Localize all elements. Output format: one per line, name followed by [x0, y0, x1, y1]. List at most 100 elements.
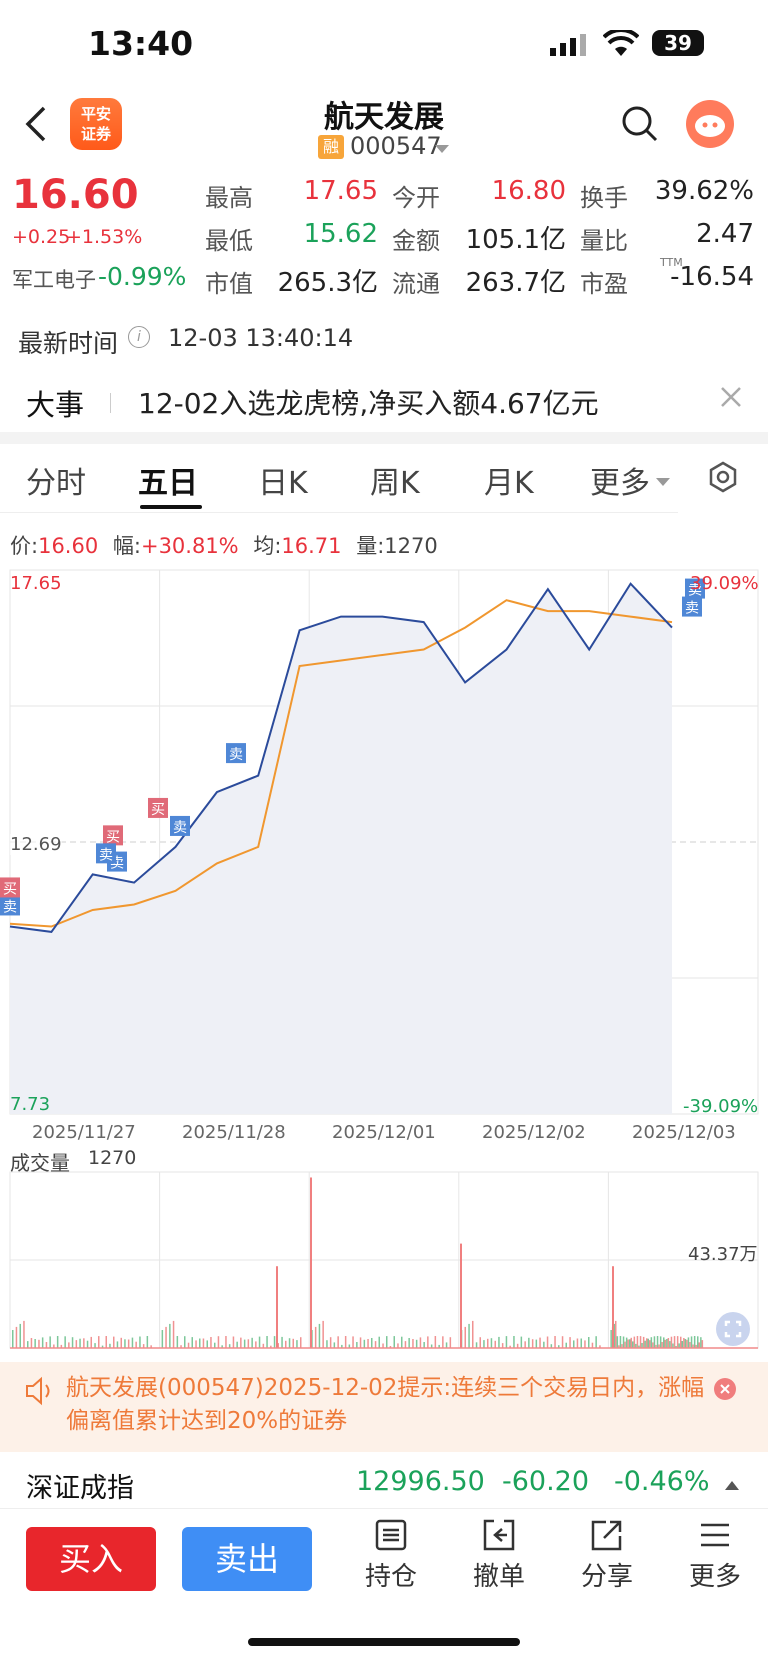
- share-button[interactable]: 分享: [572, 1518, 642, 1593]
- search-icon[interactable]: [620, 104, 660, 148]
- volume-bar: [210, 1337, 212, 1348]
- volume-bar: [630, 1337, 632, 1348]
- volume-bar: [652, 1342, 654, 1348]
- volume-bar: [468, 1323, 470, 1348]
- more-button[interactable]: 更多: [680, 1518, 750, 1593]
- volume-bar: [494, 1340, 496, 1348]
- chart-mid-label: 12.69: [10, 834, 62, 855]
- volume-bar: [647, 1338, 649, 1348]
- volume-bar: [217, 1336, 220, 1348]
- volume-bar: [619, 1336, 622, 1348]
- volume-bar: [408, 1338, 410, 1348]
- volume-bar: [266, 1336, 268, 1348]
- tab-weekly-k[interactable]: 周K: [370, 458, 420, 502]
- assistant-avatar[interactable]: [686, 100, 734, 148]
- volume-bar: [666, 1339, 668, 1348]
- volume-bar: [71, 1337, 74, 1348]
- info-price: 16.60: [38, 534, 99, 558]
- sector-name[interactable]: 军工电子: [12, 264, 96, 294]
- volume-bar: [591, 1342, 594, 1348]
- tab-more-arrow-icon[interactable]: [655, 472, 671, 491]
- date-label: 2025/12/01: [332, 1122, 436, 1143]
- sell-button[interactable]: 卖出: [182, 1527, 312, 1591]
- volume-bar: [667, 1338, 670, 1348]
- volume-bar: [386, 1336, 388, 1348]
- tab-more[interactable]: 更多: [590, 458, 650, 502]
- volume-bar: [344, 1336, 347, 1348]
- sell-marker-label: 卖: [99, 847, 113, 863]
- volume-bar: [56, 1336, 59, 1348]
- status-time: 13:40: [88, 24, 194, 63]
- volume-bar: [487, 1338, 489, 1348]
- volume-bar: [374, 1341, 377, 1348]
- notice-banner[interactable]: 航天发展(000547)2025-12-02提示:连续三个交易日内，涨幅偏离值累…: [0, 1362, 768, 1452]
- stock-code[interactable]: 000547: [350, 132, 442, 160]
- info-range: +30.81%: [140, 534, 239, 558]
- volume-bar: [79, 1338, 81, 1348]
- volume-bar: [371, 1338, 373, 1348]
- volume-bar: [472, 1320, 474, 1348]
- tab-minute[interactable]: 分时: [26, 458, 86, 502]
- price-chart[interactable]: 卖买卖买卖买卖卖卖卖: [0, 566, 768, 1121]
- share-label: 分享: [580, 1562, 633, 1592]
- volume-bar: [576, 1338, 579, 1348]
- notice-text: 航天发展(000547)2025-12-02提示:连续三个交易日内，涨幅偏离值累…: [66, 1375, 705, 1434]
- volume-bar: [288, 1338, 291, 1348]
- fullscreen-icon[interactable]: [716, 1312, 750, 1346]
- notice-close-icon[interactable]: [714, 1378, 736, 1400]
- volume-bar: [498, 1336, 500, 1348]
- volume-bar: [75, 1340, 78, 1348]
- volume-bar: [23, 1320, 25, 1348]
- info-icon[interactable]: i: [128, 326, 150, 348]
- settings-icon[interactable]: [706, 460, 740, 498]
- tab-five-day[interactable]: 五日: [138, 458, 198, 502]
- volume-bar: [292, 1338, 294, 1348]
- tab-monthly-k[interactable]: 月K: [484, 458, 534, 502]
- volume-bar: [427, 1336, 429, 1348]
- volume-bar: [86, 1340, 89, 1348]
- volume-bar: [393, 1336, 395, 1348]
- volume-bar: [184, 1336, 186, 1348]
- volume-bar: [404, 1341, 407, 1348]
- volume-bar: [445, 1342, 448, 1348]
- volume-bar: [363, 1339, 366, 1348]
- volume-bar: [615, 1320, 617, 1348]
- volume-bar: [659, 1336, 662, 1348]
- volume-bar: [232, 1336, 235, 1348]
- volume-bar: [401, 1336, 403, 1348]
- news-text[interactable]: 12-02入选龙虎榜,净买入额4.67亿元: [138, 382, 599, 422]
- volume-bar: [588, 1337, 590, 1348]
- positions-button[interactable]: 持仓: [356, 1518, 426, 1593]
- cancel-order-button[interactable]: 撤单: [464, 1518, 534, 1593]
- volume-bar: [378, 1336, 380, 1348]
- cancel-order-label: 撤单: [472, 1562, 525, 1592]
- volume-bar: [642, 1336, 645, 1348]
- volume-bar: [187, 1342, 190, 1348]
- volume-bar: [693, 1336, 696, 1348]
- volume-bar: [616, 1336, 619, 1348]
- volume-bar: [225, 1336, 227, 1348]
- volume-bar: [697, 1336, 699, 1348]
- volume-bar: [90, 1336, 92, 1348]
- quote-value-pe: -16.54: [670, 262, 754, 292]
- tab-daily-k[interactable]: 日K: [258, 458, 308, 502]
- index-bar[interactable]: 深证成指 12996.50 -60.20 -0.46%: [0, 1454, 768, 1510]
- volume-bar: [670, 1336, 673, 1348]
- volume-chart[interactable]: [0, 1170, 768, 1350]
- volume-bar: [681, 1341, 683, 1348]
- close-news-icon[interactable]: [720, 386, 742, 412]
- expand-up-icon[interactable]: [724, 1476, 740, 1495]
- volume-bar: [546, 1336, 549, 1348]
- sector-change: -0.99%: [98, 262, 187, 291]
- volume-bar: [135, 1341, 137, 1348]
- more-label: 更多: [688, 1562, 741, 1592]
- speaker-icon: [24, 1376, 56, 1410]
- volume-bar: [247, 1339, 250, 1348]
- volume-bar: [680, 1336, 682, 1348]
- volume-bar: [240, 1337, 242, 1348]
- volume-bar: [649, 1340, 651, 1348]
- buy-button[interactable]: 买入: [26, 1527, 156, 1591]
- volume-bar: [505, 1336, 508, 1348]
- signal-icon: [550, 34, 590, 60]
- code-dropdown-icon[interactable]: [434, 140, 450, 159]
